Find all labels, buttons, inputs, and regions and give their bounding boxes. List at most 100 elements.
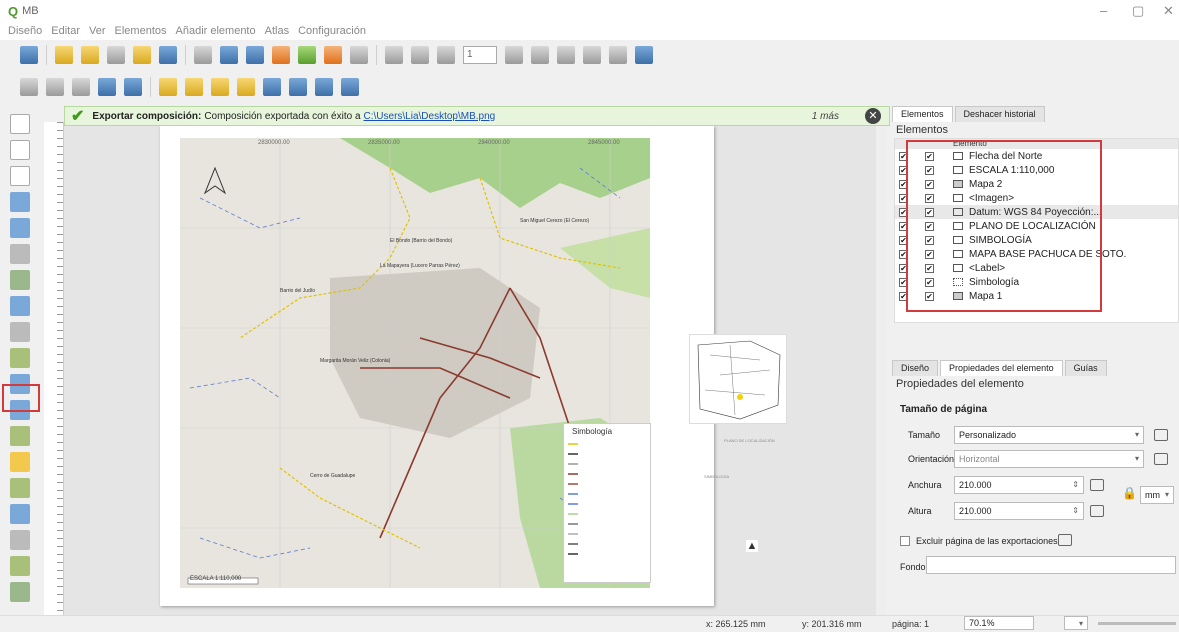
- vertical-ruler: [44, 122, 64, 615]
- redo-icon[interactable]: [350, 46, 368, 64]
- width-input[interactable]: 210.000 ⇕: [954, 476, 1084, 494]
- raise-items-icon[interactable]: [263, 78, 281, 96]
- menu-diseno[interactable]: Diseño: [8, 25, 42, 37]
- group-icon[interactable]: [159, 78, 177, 96]
- add-marker-icon[interactable]: [10, 452, 30, 472]
- tab-diseno[interactable]: Diseño: [892, 360, 939, 376]
- unlock-items-icon[interactable]: [237, 78, 255, 96]
- export-image-icon[interactable]: [246, 46, 264, 64]
- height-input[interactable]: 210.000 ⇕: [954, 502, 1084, 520]
- add-legend-icon[interactable]: [10, 348, 30, 368]
- distribute-icon[interactable]: [341, 78, 359, 96]
- properties-title: Propiedades del elemento: [896, 378, 1024, 390]
- close-message-icon[interactable]: ✕: [865, 108, 881, 124]
- ungroup-icon[interactable]: [185, 78, 203, 96]
- add-3d-map-icon[interactable]: [10, 270, 30, 290]
- atlas-page-input[interactable]: 1: [463, 46, 497, 64]
- unit-select[interactable]: mm ▾: [1140, 486, 1174, 504]
- check-icon: ✔: [71, 108, 85, 125]
- maximize-button[interactable]: ▢: [1132, 3, 1144, 19]
- add-fixed-table-icon[interactable]: [10, 582, 30, 602]
- add-picture-icon[interactable]: [10, 322, 30, 342]
- orientation-select[interactable]: Horizontal ▾: [954, 450, 1144, 468]
- atlas-preview-icon[interactable]: [385, 46, 403, 64]
- vertical-scrollbar[interactable]: [876, 126, 886, 615]
- new-layout-icon[interactable]: [55, 46, 73, 64]
- export-svg-icon[interactable]: [272, 46, 290, 64]
- menu-editar[interactable]: Editar: [51, 25, 80, 37]
- layout-canvas[interactable]: 2830000.00 2835000.00 2840000.00 2845000…: [64, 126, 876, 615]
- open-folder-icon[interactable]: [133, 46, 151, 64]
- export-path-link[interactable]: C:\Users\Lia\Desktop\MB.png: [364, 111, 496, 122]
- minimize-button[interactable]: –: [1100, 3, 1107, 18]
- layout-toolbar: 1: [0, 40, 890, 70]
- data-defined-icon[interactable]: [1090, 505, 1104, 517]
- data-defined-icon[interactable]: [1090, 479, 1104, 491]
- data-defined-icon[interactable]: [1154, 453, 1168, 465]
- zoom-actual-icon[interactable]: [72, 78, 90, 96]
- size-label: Tamaño: [908, 430, 941, 440]
- undo-icon[interactable]: [324, 46, 342, 64]
- add-polyline-icon[interactable]: [10, 478, 30, 498]
- lock-ratio-icon[interactable]: 🔒: [1122, 486, 1137, 500]
- north-arrow-icon[interactable]: ▲: [746, 540, 758, 552]
- print-icon[interactable]: [220, 46, 238, 64]
- data-defined-icon[interactable]: [1058, 534, 1072, 546]
- exclude-page-checkbox[interactable]: [900, 536, 910, 546]
- size-select[interactable]: Personalizado ▾: [954, 426, 1144, 444]
- duplicate-layout-icon[interactable]: [81, 46, 99, 64]
- menu-configuracion[interactable]: Configuración: [298, 25, 366, 37]
- legend-box[interactable]: Simbología: [563, 423, 651, 583]
- menu-anadir-elemento[interactable]: Añadir elemento: [176, 25, 256, 37]
- layout-manager-icon[interactable]: [107, 46, 125, 64]
- add-polygon-icon[interactable]: [10, 504, 30, 524]
- background-symbol-button[interactable]: [926, 556, 1176, 574]
- move-content-icon[interactable]: [10, 192, 30, 212]
- add-page-icon[interactable]: [10, 244, 30, 264]
- overview-map[interactable]: [689, 334, 787, 424]
- previous-feature-icon[interactable]: [437, 46, 455, 64]
- page-icon[interactable]: [194, 46, 212, 64]
- save-icon[interactable]: [20, 46, 38, 64]
- close-window-button[interactable]: ✕: [1163, 3, 1174, 19]
- refresh-icon[interactable]: [124, 78, 142, 96]
- add-shape-icon[interactable]: [10, 426, 30, 446]
- data-defined-icon[interactable]: [1154, 429, 1168, 441]
- zoom-slider[interactable]: [1098, 622, 1176, 625]
- lock-items-icon[interactable]: [211, 78, 229, 96]
- menu-ver[interactable]: Ver: [89, 25, 106, 37]
- print-atlas-icon[interactable]: [583, 46, 601, 64]
- first-feature-icon[interactable]: [411, 46, 429, 64]
- zoom-out-icon[interactable]: [46, 78, 64, 96]
- tab-propiedades[interactable]: Propiedades del elemento: [940, 360, 1063, 376]
- add-map-icon[interactable]: [10, 296, 30, 316]
- add-attribute-table-icon[interactable]: [10, 556, 30, 576]
- layout-page[interactable]: 2830000.00 2835000.00 2840000.00 2845000…: [160, 126, 714, 606]
- zoom-dropdown[interactable]: ▾: [1064, 616, 1088, 630]
- zoom-tool-icon[interactable]: [10, 140, 30, 160]
- menu-atlas[interactable]: Atlas: [265, 25, 289, 37]
- zoom-full-icon[interactable]: [98, 78, 116, 96]
- tab-deshacer-historial[interactable]: Deshacer historial: [954, 106, 1045, 122]
- export-pdf-icon[interactable]: [298, 46, 316, 64]
- tab-elementos[interactable]: Elementos: [892, 106, 953, 122]
- zoom-input[interactable]: 70.1%: [964, 616, 1034, 630]
- pan-hand-icon[interactable]: [10, 114, 30, 134]
- lower-items-icon[interactable]: [289, 78, 307, 96]
- export-message-bar: ✔ Exportar composición: Composición expo…: [64, 106, 890, 126]
- add-html-icon[interactable]: [10, 530, 30, 550]
- last-feature-icon[interactable]: [557, 46, 575, 64]
- align-icon[interactable]: [315, 78, 333, 96]
- zoom-in-icon[interactable]: [20, 78, 38, 96]
- edit-nodes-icon[interactable]: [10, 218, 30, 238]
- save-template-icon[interactable]: [159, 46, 177, 64]
- page-dropdown-icon[interactable]: [505, 46, 523, 64]
- export-atlas-icon[interactable]: [609, 46, 627, 64]
- atlas-settings-icon[interactable]: [635, 46, 653, 64]
- next-feature-icon[interactable]: [531, 46, 549, 64]
- tab-guias[interactable]: Guías: [1064, 360, 1107, 376]
- select-tool-icon[interactable]: [10, 166, 30, 186]
- menu-elementos[interactable]: Elementos: [115, 25, 167, 37]
- place-label: Margarita Morán Veliz (Colonia): [320, 358, 391, 364]
- more-messages[interactable]: 1 más: [812, 111, 839, 122]
